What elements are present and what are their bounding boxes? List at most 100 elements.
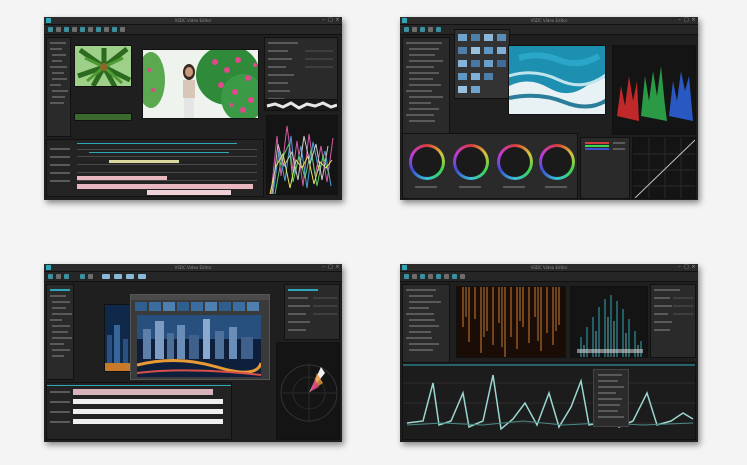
- timeline-clip[interactable]: [147, 190, 231, 195]
- white-waveform: [264, 99, 338, 111]
- timeline-clip[interactable]: [77, 176, 167, 180]
- maximize-icon[interactable]: □: [328, 18, 333, 23]
- palm-preview-image: [75, 46, 131, 86]
- color-wheel-offset[interactable]: [539, 144, 575, 180]
- project-explorer: [46, 37, 71, 137]
- color-wheels-panel: [402, 133, 578, 199]
- window-title: VSDC Video Editor: [530, 265, 568, 270]
- toolbar-button[interactable]: [412, 274, 417, 279]
- filmstrip: [74, 113, 132, 121]
- toolbar-button[interactable]: [88, 27, 93, 32]
- window-title: VSDC Video Editor: [174, 265, 212, 270]
- properties-panel: [264, 37, 338, 107]
- toolbar-button[interactable]: [428, 274, 433, 279]
- spectrum-preview: [570, 286, 648, 358]
- vectorscope: [276, 342, 340, 440]
- minimize-icon[interactable]: –: [677, 265, 682, 270]
- source-preview: [74, 45, 132, 87]
- toolbar-button[interactable]: [112, 27, 117, 32]
- color-wheel-gamma[interactable]: [453, 144, 489, 180]
- toolbar-button[interactable]: [114, 274, 122, 279]
- audio-timeline: [402, 362, 696, 440]
- maximize-icon[interactable]: □: [684, 265, 689, 270]
- toolbar-button[interactable]: [404, 27, 409, 32]
- window-title: VSDC Video Editor: [530, 18, 568, 23]
- toolbar-button[interactable]: [80, 274, 85, 279]
- toolbar-button[interactable]: [436, 274, 441, 279]
- toolbar-button[interactable]: [404, 274, 409, 279]
- main-preview: [142, 49, 259, 119]
- minimize-icon[interactable]: –: [321, 18, 326, 23]
- toolbar-button[interactable]: [126, 274, 134, 279]
- video-scope: [266, 115, 338, 195]
- toolbar-button[interactable]: [102, 274, 110, 279]
- project-explorer: [46, 284, 74, 380]
- close-icon[interactable]: ×: [691, 18, 696, 23]
- maximize-icon[interactable]: □: [684, 18, 689, 23]
- toolbar-button[interactable]: [428, 27, 433, 32]
- toolbar-button[interactable]: [72, 27, 77, 32]
- properties-panel: [284, 284, 340, 340]
- toolbar-button[interactable]: [64, 27, 69, 32]
- color-levels: [580, 137, 630, 199]
- toolbar-button[interactable]: [412, 27, 417, 32]
- toolbar-button[interactable]: [56, 274, 61, 279]
- project-explorer: [402, 284, 450, 364]
- toolbar-button[interactable]: [64, 274, 69, 279]
- city-night-image: [137, 315, 261, 377]
- toolbar-button[interactable]: [420, 27, 425, 32]
- screenshot-audio-spectrum: VSDC Video Editor – □ ×: [400, 264, 698, 442]
- window-title: VSDC Video Editor: [174, 18, 212, 23]
- toolbar: [44, 25, 342, 35]
- close-icon[interactable]: ×: [691, 265, 696, 270]
- toolbar-button[interactable]: [80, 27, 85, 32]
- screenshot-waveform-scopes: VSDC Video Editor – □ ×: [44, 264, 342, 442]
- curves-editor[interactable]: [632, 137, 696, 199]
- toolbar-button[interactable]: [120, 27, 125, 32]
- window-titlebar: VSDC Video Editor – □ ×: [44, 264, 342, 272]
- minimize-icon[interactable]: –: [677, 18, 682, 23]
- toolbar: [44, 272, 342, 282]
- timeline-clip[interactable]: [109, 160, 179, 163]
- timeline-clip[interactable]: [73, 419, 223, 424]
- timeline: [46, 139, 264, 197]
- timeline-clip[interactable]: [73, 399, 223, 404]
- effects-gallery: [454, 29, 510, 99]
- toolbar-button[interactable]: [48, 274, 53, 279]
- toolbar-button[interactable]: [460, 274, 465, 279]
- screenshot-color-correction: VSDC Video Editor – □ ×: [400, 17, 698, 200]
- toolbar-button[interactable]: [452, 274, 457, 279]
- timeline-clip[interactable]: [73, 409, 223, 414]
- color-wheel-lift[interactable]: [409, 144, 445, 180]
- toolbar-button[interactable]: [138, 274, 146, 279]
- minimize-icon[interactable]: –: [321, 265, 326, 270]
- toolbar-button[interactable]: [96, 27, 101, 32]
- toolbar-button[interactable]: [88, 274, 93, 279]
- toolbar-button[interactable]: [444, 274, 449, 279]
- toolbar: [400, 25, 698, 35]
- timeline: [46, 382, 232, 440]
- screenshot-editor-timeline: VSDC Video Editor – □ ×: [44, 17, 342, 200]
- window-titlebar: VSDC Video Editor – □ ×: [44, 17, 342, 25]
- properties-panel: [650, 284, 696, 358]
- preview-dialog: [130, 294, 270, 380]
- window-titlebar: VSDC Video Editor – □ ×: [400, 17, 698, 25]
- toolbar-button[interactable]: [48, 27, 53, 32]
- toolbar: [400, 272, 698, 282]
- close-icon[interactable]: ×: [335, 18, 340, 23]
- toolbar-button[interactable]: [104, 27, 109, 32]
- context-menu[interactable]: [593, 369, 629, 427]
- toolbar-button[interactable]: [420, 274, 425, 279]
- close-icon[interactable]: ×: [335, 265, 340, 270]
- timeline-clip[interactable]: [77, 184, 253, 189]
- toolbar-button[interactable]: [56, 27, 61, 32]
- timeline-clip[interactable]: [73, 389, 213, 395]
- rgb-waveform: [612, 45, 696, 135]
- ocean-preview: [508, 45, 606, 115]
- woman-flowers-preview: [143, 50, 258, 118]
- color-wheel-gain[interactable]: [497, 144, 533, 180]
- maximize-icon[interactable]: □: [328, 265, 333, 270]
- toolbar-button[interactable]: [436, 27, 441, 32]
- streaks-preview: [456, 286, 566, 358]
- window-titlebar: VSDC Video Editor – □ ×: [400, 264, 698, 272]
